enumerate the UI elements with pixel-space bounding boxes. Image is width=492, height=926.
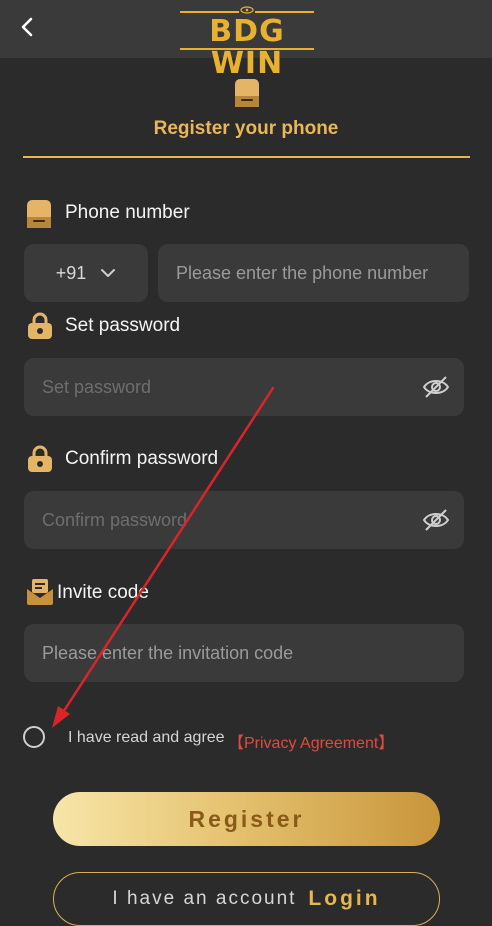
agreement-checkbox[interactable] — [23, 726, 45, 748]
phone-number-label: Phone number — [65, 202, 190, 223]
login-button[interactable]: I have an account Login — [53, 872, 440, 926]
register-button-label: Register — [188, 805, 305, 832]
agreement-text: I have read and agree — [68, 729, 225, 746]
confirm-password-input-wrapper — [24, 491, 464, 549]
chevron-down-icon — [101, 269, 116, 277]
phone-icon — [26, 199, 52, 234]
lock-icon — [26, 312, 54, 345]
country-code-select[interactable]: +91 — [24, 244, 148, 302]
eye-off-icon[interactable] — [422, 508, 450, 532]
confirm-password-label: Confirm password — [65, 448, 219, 469]
confirm-password-input[interactable] — [24, 491, 464, 549]
top-bar: BDG WIN — [0, 0, 492, 80]
eye-off-icon[interactable] — [422, 375, 450, 399]
logo-crown-icon — [239, 6, 255, 14]
login-prefix-text: I have an account — [112, 888, 297, 909]
brand-logo: BDG WIN — [172, 6, 322, 80]
invite-code-icon — [26, 578, 54, 611]
set-password-label: Set password — [65, 315, 181, 336]
lock-icon — [26, 445, 54, 478]
invite-input-wrapper — [24, 624, 464, 682]
country-code-value: +91 — [55, 262, 87, 283]
password-input[interactable] — [24, 358, 464, 416]
privacy-agreement-link[interactable]: 【Privacy Agreement】 — [228, 729, 394, 753]
tab-underline — [23, 156, 470, 158]
phone-input-wrapper — [158, 244, 469, 302]
register-button[interactable]: Register — [53, 792, 440, 846]
back-button[interactable] — [12, 12, 42, 42]
password-input-wrapper — [24, 358, 464, 416]
tab-register-phone[interactable]: Register your phone — [0, 118, 492, 140]
login-button-label: Login — [308, 887, 381, 910]
phone-tab-icon — [234, 78, 260, 113]
logo-rule-bottom — [180, 48, 314, 50]
invite-code-input[interactable] — [24, 624, 464, 682]
phone-input[interactable] — [158, 244, 469, 302]
invite-code-label: Invite code — [57, 582, 149, 603]
chevron-left-icon — [21, 17, 33, 37]
